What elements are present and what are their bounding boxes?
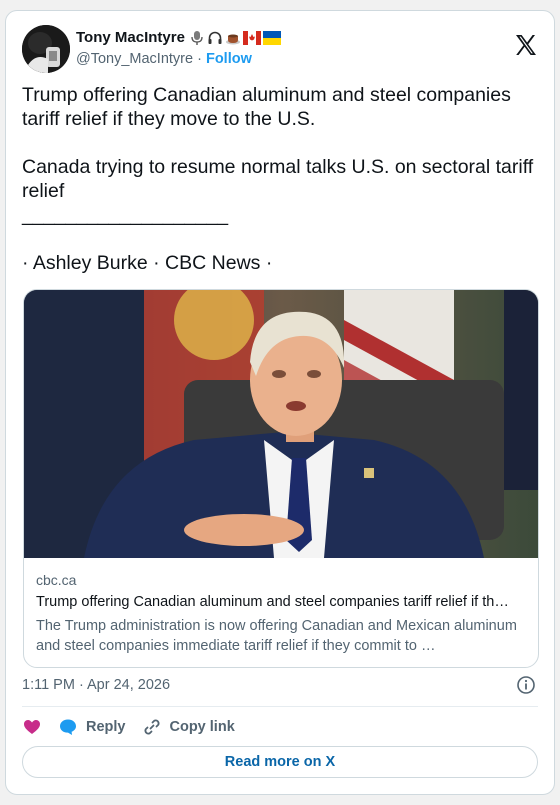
reply-bubble-icon (60, 719, 76, 735)
headphones-icon (208, 31, 222, 44)
follow-button[interactable]: Follow (206, 51, 252, 67)
link-description: The Trump administration is now offering… (36, 618, 517, 654)
reply-button[interactable]: Reply (58, 717, 126, 737)
info-icon[interactable] (516, 675, 536, 695)
link-icon (144, 719, 159, 735)
tweet-timestamp[interactable]: 1:11 PM · Apr 24, 2026 (22, 677, 170, 693)
link-preview-card[interactable]: cbc.ca Trump offering Canadian aluminum … (23, 289, 539, 668)
link-domain: cbc.ca (36, 572, 77, 588)
x-logo-icon[interactable] (514, 33, 538, 57)
handle-separator: · (193, 51, 206, 67)
author-emoji-row (189, 30, 281, 46)
embedded-tweet-card: Tony MacIntyre @Tony_MacIntyre · Follow … (5, 10, 555, 795)
tweet-rule-line: ___________________ (22, 204, 229, 226)
tweet-byline: · Ashley Burke · CBC News · (22, 252, 273, 274)
tweet-actions: Reply Copy link (22, 717, 235, 737)
tweet-text: Trump offering Canadian aluminum and ste… (22, 83, 534, 275)
copy-link-button[interactable]: Copy link (142, 717, 235, 737)
microphone-icon (191, 30, 203, 45)
author-name-row: Tony MacIntyre (76, 29, 281, 46)
link-title[interactable]: Trump offering Canadian aluminum and ste… (36, 594, 526, 610)
copy-link-label: Copy link (169, 719, 235, 735)
canada-flag-icon (242, 30, 261, 45)
ukraine-flag-icon (262, 30, 281, 45)
like-button[interactable] (22, 717, 42, 737)
author-name[interactable]: Tony MacIntyre (76, 29, 185, 46)
tweet-paragraph-2: Canada trying to resume normal talks U.S… (22, 156, 534, 202)
link-preview-image[interactable] (24, 290, 539, 558)
coffee-icon (225, 34, 240, 44)
avatar[interactable] (22, 25, 70, 73)
handle-row: @Tony_MacIntyre · Follow (76, 51, 252, 67)
tweet-header: Tony MacIntyre @Tony_MacIntyre · Follow (22, 23, 538, 73)
tweet-paragraph-1: Trump offering Canadian aluminum and ste… (22, 84, 511, 130)
reply-label: Reply (86, 719, 126, 735)
author-handle[interactable]: @Tony_MacIntyre (76, 51, 193, 67)
divider (22, 706, 538, 707)
heart-icon (24, 720, 40, 734)
read-more-button[interactable]: Read more on X (22, 746, 538, 778)
link-preview-info: cbc.ca Trump offering Canadian aluminum … (36, 572, 526, 656)
avatar-image (22, 25, 70, 73)
